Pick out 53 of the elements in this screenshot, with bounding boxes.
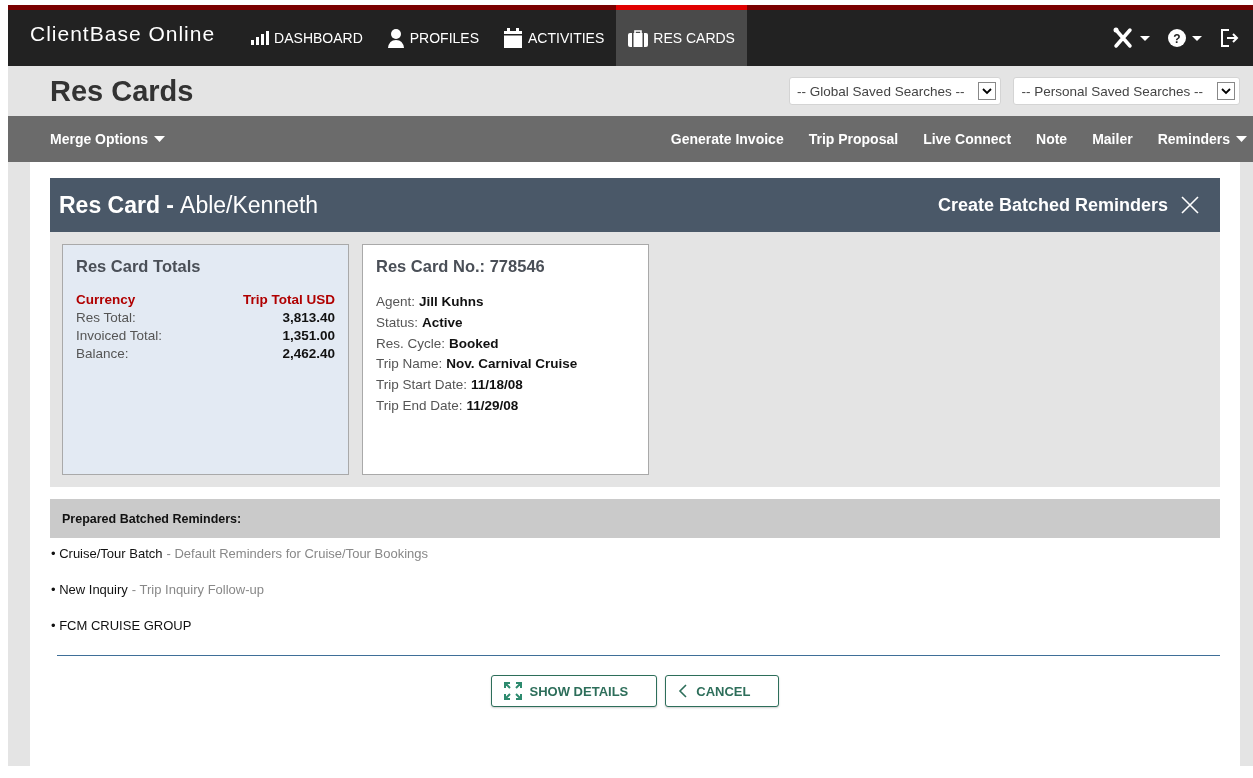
toolbar-link[interactable]: Mailer [1092,131,1133,147]
row-label: Balance: [76,346,130,361]
amount-value: 2,462.40 [281,346,335,361]
nav-tab[interactable]: ACTIVITIES [491,5,617,66]
card-title: Res Card Totals [76,257,202,276]
chevron-down-icon [978,82,997,100]
detail-field: Agent: Jill Kuhns [376,292,635,313]
panel-action-title: Create Batched Reminders [937,194,1168,216]
dropdown-menu[interactable]: Merge Options [50,131,165,147]
reminder-item[interactable]: • New Inquiry - Trip Inquiry Follow-up [51,582,1220,618]
detail-field: Res. Cycle: Booked [376,333,635,355]
expand-icon [503,682,522,700]
chevron-down-icon [1217,82,1235,100]
detail-field: Trip Start Date: 11/18/08 [376,375,635,396]
nav-tab[interactable]: DASHBOARD [239,5,375,66]
toolbar-link[interactable]: Trip Proposal [808,131,899,147]
column-header: Currency [76,292,137,307]
row-label: Res Total: [76,310,137,325]
saved-search-dropdown[interactable]: -- Personal Saved Searches -- [1013,77,1240,105]
column-header: Trip Total USD [243,292,335,307]
bar-chart-icon [251,31,270,45]
chevron-left-icon [678,684,689,698]
section-title: Prepared Batched Reminders: [62,511,242,526]
logout-icon[interactable] [1219,27,1239,49]
row-label: Invoiced Total: [76,328,163,343]
amount-value: 3,813.40 [281,310,335,325]
tools-menu-icon[interactable] [1113,27,1153,49]
nav-tab[interactable]: RES CARDS [616,5,747,66]
action-button[interactable]: CANCEL [665,675,780,707]
reminder-item[interactable]: • Cruise/Tour Batch - Default Reminders for Cruise/Tour Bookings [51,546,1220,582]
nav-tab[interactable]: PROFILES [374,5,492,66]
page-title: Res Cards [50,74,194,108]
toolbar-link[interactable]: Generate Invoice [670,131,784,147]
dropdown-menu[interactable]: Reminders [1157,131,1247,147]
toolbar-link[interactable]: Note [1036,131,1068,147]
detail-field: Status: Active [376,312,635,334]
suitcase-icon [628,29,649,47]
saved-search-dropdown[interactable]: -- Global Saved Searches -- [789,77,1002,105]
detail-field: Trip End Date: 11/29/08 [376,396,635,417]
caret-icon [154,136,165,142]
person-icon [386,28,405,48]
panel-title: Res Card - [59,191,175,218]
card-title: Res Card No.: 778546 [376,257,546,276]
toolbar-link[interactable]: Live Connect [923,131,1012,147]
app-title: ClientBase Online [30,22,216,47]
detail-field: Trip Name: Nov. Carnival Cruise [376,354,635,376]
close-icon[interactable] [1180,195,1200,215]
reminder-item[interactable]: • FCM CRUISE GROUP [51,618,1220,654]
client-name: Able/Kenneth [180,191,319,218]
amount-value: 1,351.00 [281,328,335,343]
action-button[interactable]: SHOW DETAILS [490,675,658,707]
caret-icon [1236,136,1247,142]
calendar-icon [503,28,524,48]
